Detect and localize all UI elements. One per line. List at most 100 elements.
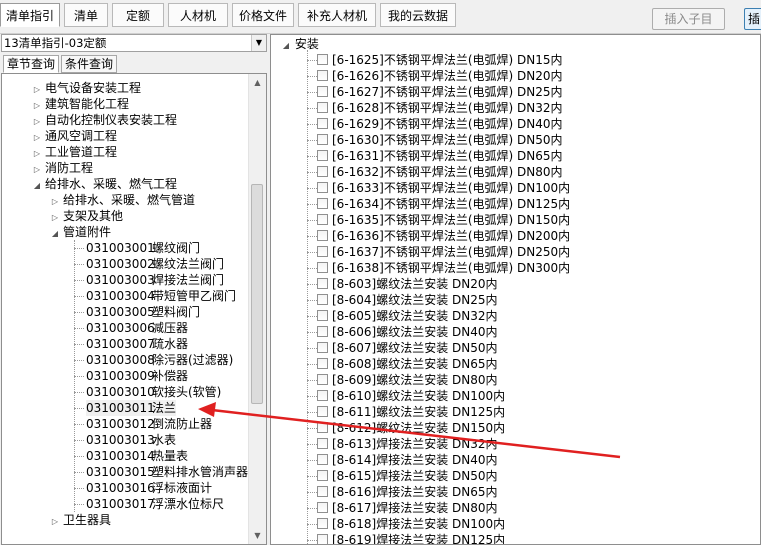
tree-root-install[interactable]: ◢ 安装 — [281, 36, 319, 52]
norm-checkbox[interactable] — [317, 390, 328, 401]
tree-node[interactable]: ▷ 给排水、采暖、燃气管道 — [50, 192, 195, 208]
norm-checkbox[interactable] — [317, 182, 328, 193]
norm-label: [8-607]螺纹法兰安装 DN50内 — [332, 341, 498, 355]
insert-button[interactable]: 插 — [744, 8, 761, 30]
norm-checkbox[interactable] — [317, 518, 328, 529]
norm-checkbox[interactable] — [317, 278, 328, 289]
scroll-thumb[interactable] — [251, 184, 263, 404]
tree-node[interactable]: ▷ 工业管道工程 — [32, 144, 117, 160]
tree-guide-line — [307, 60, 317, 61]
tab-bill[interactable]: 清单 — [64, 3, 108, 27]
tree-node[interactable]: ▷ 通风空调工程 — [32, 128, 117, 144]
norm-checkbox[interactable] — [317, 70, 328, 81]
norm-checkbox[interactable] — [317, 422, 328, 433]
leaf-name: 塑料排水管消声器 — [152, 465, 249, 479]
tree-guide-line — [74, 312, 84, 313]
norm-checkbox[interactable] — [317, 374, 328, 385]
norm-checkbox[interactable] — [317, 342, 328, 353]
scroll-down-icon[interactable]: ▼ — [249, 527, 266, 544]
tree-node-label: 给排水、采暖、燃气管道 — [63, 193, 196, 207]
tree-leaf[interactable]: 031003006减压器 — [86, 320, 188, 336]
tab-labor-material-machine[interactable]: 人材机 — [168, 3, 228, 27]
norm-checkbox[interactable] — [317, 150, 328, 161]
norm-checkbox[interactable] — [317, 246, 328, 257]
tab-condition-query[interactable]: 条件查询 — [61, 55, 117, 73]
norm-checkbox[interactable] — [317, 294, 328, 305]
tab-my-cloud-data[interactable]: 我的云数据 — [380, 3, 456, 27]
tree-vertical-scrollbar[interactable]: ▲ ▼ — [248, 74, 266, 544]
norm-checkbox[interactable] — [317, 470, 328, 481]
tab-chapter-query[interactable]: 章节查询 — [3, 55, 59, 73]
tree-guide-line — [74, 408, 84, 409]
norm-checkbox[interactable] — [317, 454, 328, 465]
norm-checkbox[interactable] — [317, 230, 328, 241]
norm-checkbox[interactable] — [317, 502, 328, 513]
tree-node[interactable]: ▷ 支架及其他 — [50, 208, 123, 224]
tree-leaf[interactable]: 031003013水表 — [86, 432, 176, 448]
tree-node[interactable]: ▷ 消防工程 — [32, 160, 93, 176]
norm-checkbox[interactable] — [317, 54, 328, 65]
chevron-down-icon[interactable]: ▼ — [251, 35, 266, 51]
norm-checkbox[interactable] — [317, 438, 328, 449]
guide-select[interactable]: 13清单指引-03定额 ▼ — [1, 34, 267, 52]
tree-leaf[interactable]: 031003001螺纹阀门 — [86, 240, 200, 256]
tree-leaf[interactable]: 031003004带短管甲乙阀门 — [86, 288, 236, 304]
norm-checkbox[interactable] — [317, 118, 328, 129]
norm-checkbox[interactable] — [317, 102, 328, 113]
leaf-code: 031003001 — [86, 241, 155, 255]
tree-leaf[interactable]: 031003009补偿器 — [86, 368, 188, 384]
tree-guide-line — [74, 344, 84, 345]
norm-checkbox[interactable] — [317, 326, 328, 337]
expand-icon[interactable]: ▷ — [50, 514, 60, 530]
tree-leaf[interactable]: 031003014热量表 — [86, 448, 188, 464]
tree-guide-line — [307, 236, 317, 237]
tab-bill-guide[interactable]: 清单指引 — [0, 3, 60, 27]
tree-node[interactable]: ▷ 卫生器具 — [50, 512, 111, 528]
tree-node[interactable]: ▷ 建筑智能化工程 — [32, 96, 129, 112]
tree-leaf[interactable]: 031003008除污器(过滤器) — [86, 352, 233, 368]
tree-leaf[interactable]: 031003007疏水器 — [86, 336, 188, 352]
tree-leaf[interactable]: 031003002螺纹法兰阀门 — [86, 256, 224, 272]
tree-node[interactable]: ▷ 电气设备安装工程 — [32, 80, 141, 96]
norm-label: [6-1625]不锈钢平焊法兰(电弧焊) DN15内 — [332, 53, 563, 67]
norm-checkbox[interactable] — [317, 486, 328, 497]
tree-leaf[interactable]: 031003010软接头(软管) — [86, 384, 221, 400]
collapse-icon[interactable]: ◢ — [32, 178, 42, 194]
scroll-up-icon[interactable]: ▲ — [249, 74, 266, 91]
leaf-name: 水表 — [152, 433, 177, 447]
collapse-icon[interactable]: ◢ — [50, 226, 60, 242]
norm-checkbox[interactable] — [317, 310, 328, 321]
tree-leaf[interactable]: 031003003焊接法兰阀门 — [86, 272, 224, 288]
tree-node[interactable]: ▷ 自动化控制仪表安装工程 — [32, 112, 177, 128]
norm-checkbox[interactable] — [317, 358, 328, 369]
norm-checkbox[interactable] — [317, 86, 328, 97]
tree-guide-line — [307, 412, 317, 413]
leaf-code: 031003015 — [86, 465, 155, 479]
tree-leaf[interactable]: 031003012倒流防止器 — [86, 416, 212, 432]
tab-quota[interactable]: 定额 — [112, 3, 164, 27]
norm-checkbox[interactable] — [317, 134, 328, 145]
tree-leaf[interactable]: 031003017浮漂水位标尺 — [86, 496, 224, 512]
tab-price-file[interactable]: 价格文件 — [232, 3, 294, 27]
norm-checkbox[interactable] — [317, 406, 328, 417]
norm-label: [8-610]螺纹法兰安装 DN100内 — [332, 389, 506, 403]
leaf-code: 031003013 — [86, 433, 155, 447]
tree-node[interactable]: ◢ 给排水、采暖、燃气工程 — [32, 176, 177, 192]
norm-checkbox[interactable] — [317, 198, 328, 209]
chapter-tree: ▷ 电气设备安装工程 ▷ 建筑智能化工程 ▷ 自动化控制仪表安装工程 ▷ 通风空调工程 ▷ 工业管… — [1, 73, 267, 545]
tree-node[interactable]: ◢ 管道附件 — [50, 224, 111, 240]
norm-label: [6-1636]不锈钢平焊法兰(电弧焊) DN200内 — [332, 229, 571, 243]
tab-supplement-lmm[interactable]: 补充人材机 — [298, 3, 376, 27]
norm-checkbox[interactable] — [317, 214, 328, 225]
tree-leaf[interactable]: 031003011法兰 — [86, 400, 177, 416]
insert-child-button[interactable]: 插入子目 — [652, 8, 725, 30]
norm-label: [8-606]螺纹法兰安装 DN40内 — [332, 325, 498, 339]
tree-leaf[interactable]: 031003016浮标液面计 — [86, 480, 212, 496]
tree-leaf[interactable]: 031003005塑料阀门 — [86, 304, 200, 320]
tree-guide-line — [307, 268, 317, 269]
norm-checkbox[interactable] — [317, 262, 328, 273]
norm-checkbox[interactable] — [317, 166, 328, 177]
tree-leaf[interactable]: 031003015塑料排水管消声器 — [86, 464, 248, 480]
norm-checkbox[interactable] — [317, 534, 328, 544]
collapse-icon[interactable]: ◢ — [281, 38, 291, 54]
